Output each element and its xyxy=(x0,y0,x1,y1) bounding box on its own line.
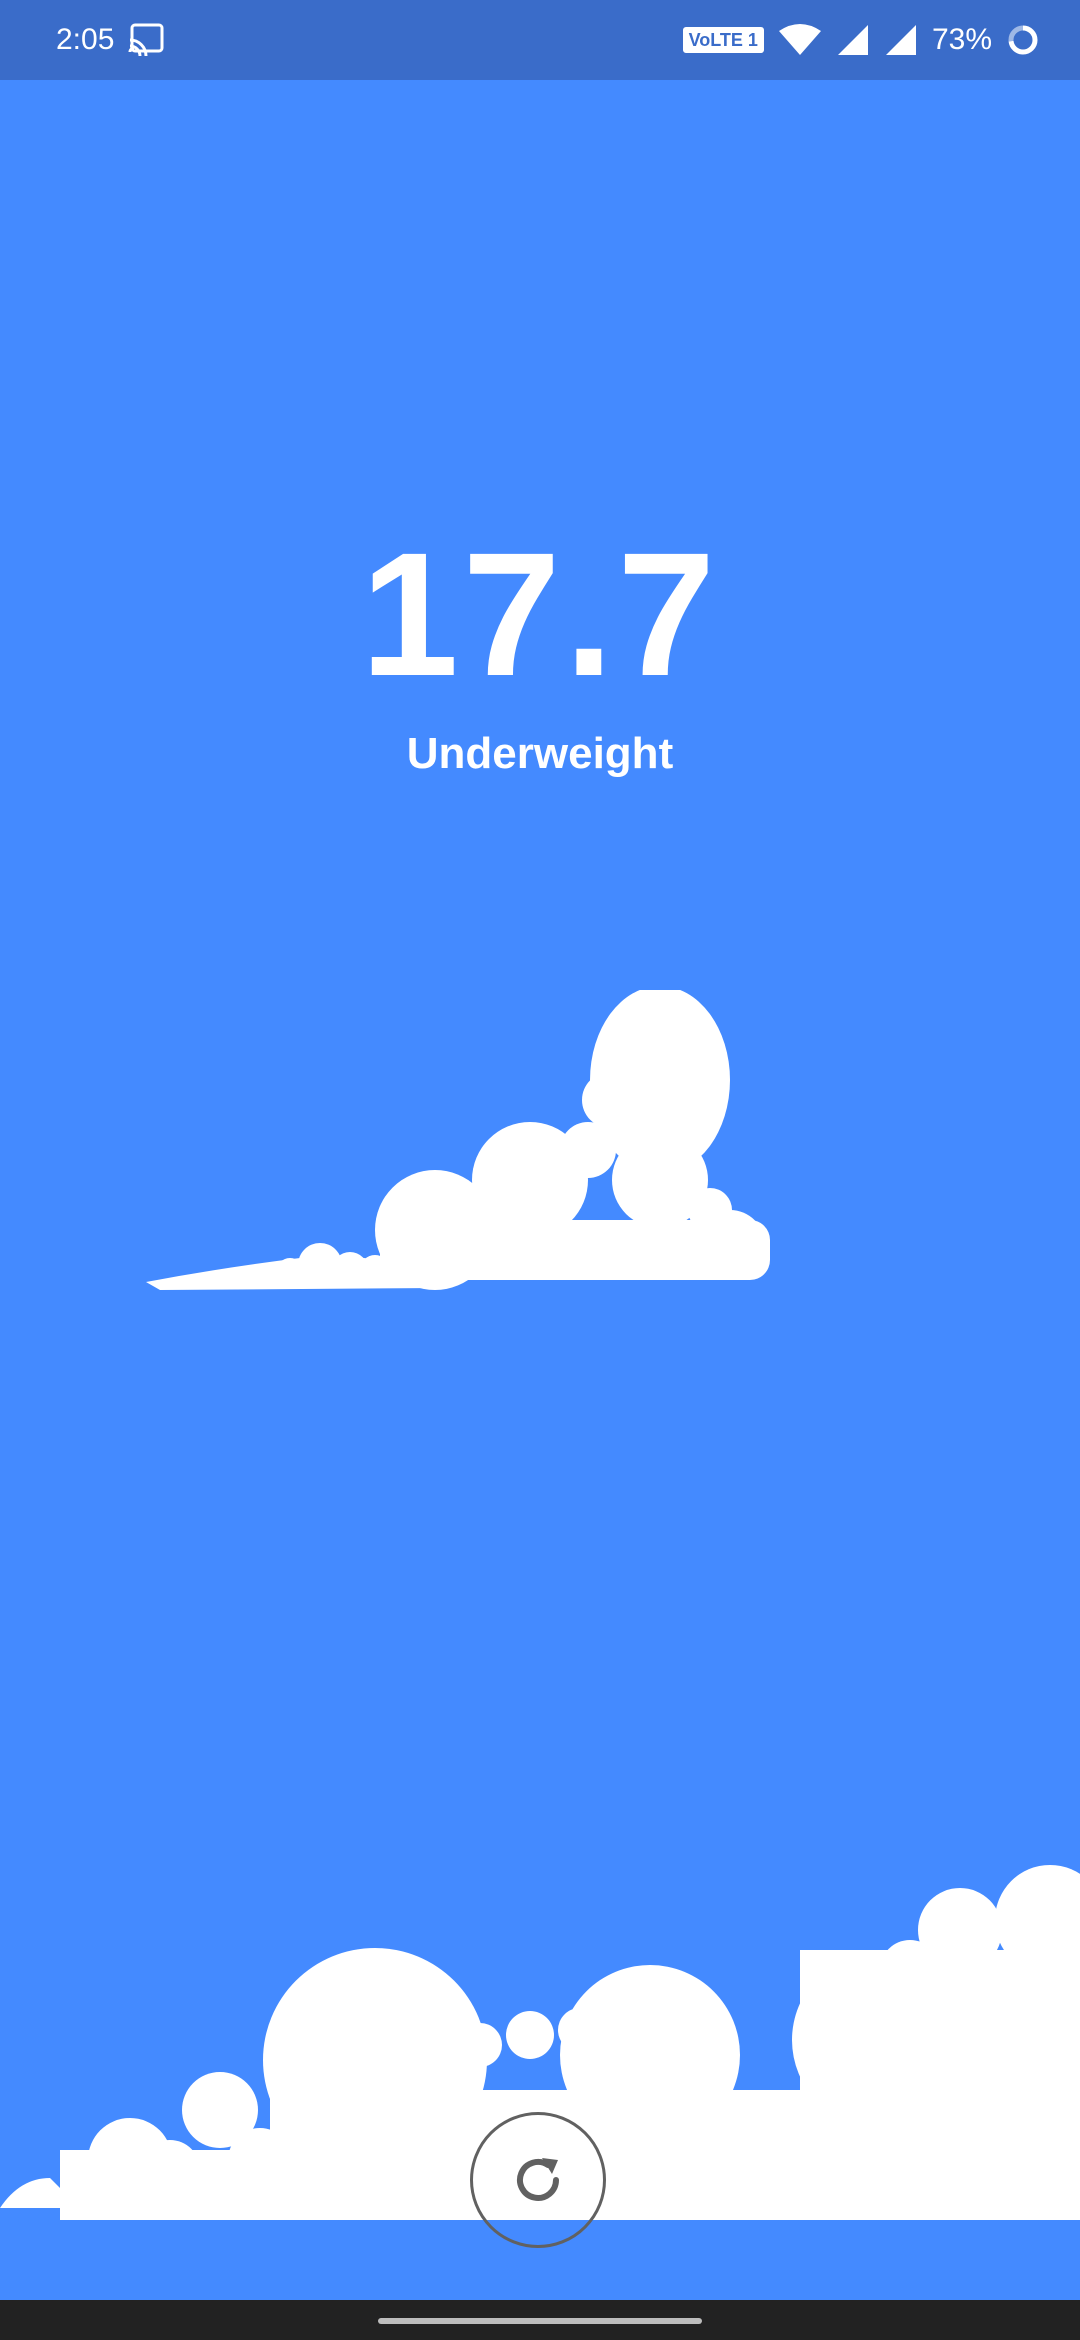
battery-percent: 73% xyxy=(931,23,992,56)
refresh-icon xyxy=(517,2158,559,2201)
status-icons: VoLTE 1 73% xyxy=(682,16,1040,64)
battery-ring-icon xyxy=(1008,25,1038,55)
signal-icon xyxy=(837,25,868,55)
status-time: 2:05 xyxy=(56,23,115,56)
bmi-value: 17.7 xyxy=(360,517,720,713)
refresh-button[interactable] xyxy=(470,2112,606,2248)
home-gesture-handle[interactable] xyxy=(378,2318,702,2324)
bmi-category: Underweight xyxy=(406,729,674,778)
navigation-bar xyxy=(0,2300,1080,2340)
signal-icon xyxy=(885,25,916,55)
wifi-icon xyxy=(778,24,821,55)
cloud-illustration xyxy=(146,990,770,1290)
volte-badge: VoLTE 1 xyxy=(682,27,764,53)
status-bar: 2:05 VoLTE 1 73% xyxy=(0,0,1080,80)
cast-icon xyxy=(128,23,164,56)
